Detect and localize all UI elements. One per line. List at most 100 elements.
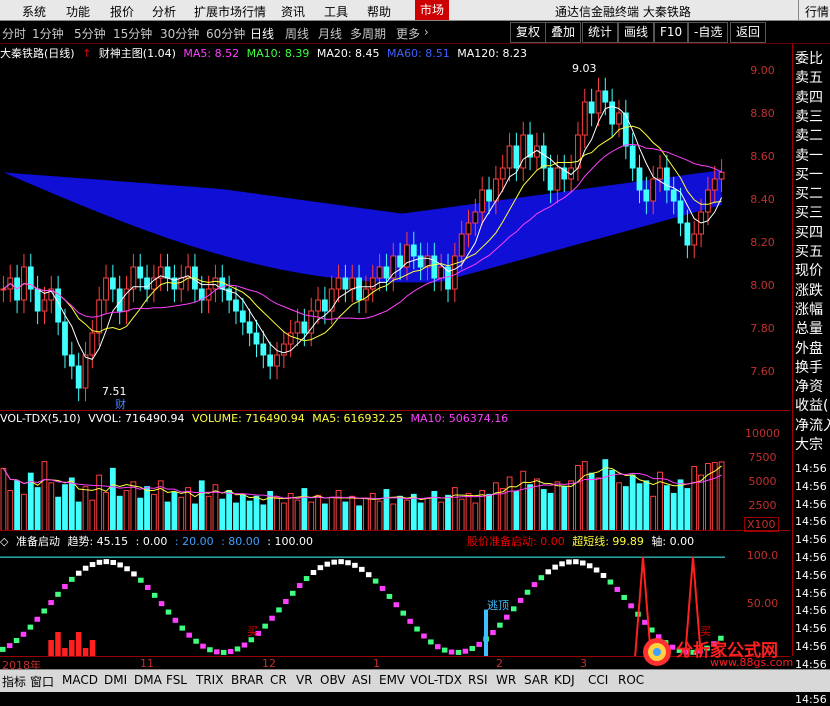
draw-line-button[interactable]: 画线 <box>618 22 655 43</box>
vol-axis-tick: 5000 <box>748 475 777 488</box>
candle <box>547 167 554 191</box>
volume-bar <box>130 481 137 531</box>
period-monthly[interactable]: 月线 <box>318 25 342 42</box>
main-candlestick-chart[interactable]: 大秦铁路(日线) ↑ 财神主图(1.04) MA5: 8.52 MA10: 8.… <box>0 44 790 411</box>
trend-block <box>27 624 34 630</box>
period-5min[interactable]: 5分钟 <box>74 25 106 42</box>
candle <box>499 167 506 180</box>
trend-block <box>642 619 648 625</box>
volume-bar <box>205 495 212 531</box>
menu-item-function[interactable]: 功能 <box>66 3 90 20</box>
tick-time: 14:56 <box>795 586 827 600</box>
tab-cci[interactable]: CCI <box>588 673 608 687</box>
trend-block <box>20 631 27 637</box>
menu-item-tools[interactable]: 工具 <box>324 3 348 20</box>
tab-roc[interactable]: ROC <box>618 673 644 687</box>
trend-block <box>538 575 545 581</box>
price-axis-tick: 8.00 <box>750 279 775 292</box>
menu-item-help[interactable]: 帮助 <box>367 3 391 20</box>
period-60min[interactable]: 60分钟 <box>206 25 245 42</box>
side-panel-label: 卖三 <box>795 108 823 125</box>
trend-block <box>552 564 558 570</box>
trend-block <box>566 559 572 565</box>
volume-bar <box>663 485 670 531</box>
watermark-url: www.88gs.com <box>710 656 794 669</box>
tab-asi[interactable]: ASI <box>352 673 371 687</box>
tab-cr[interactable]: CR <box>270 673 287 687</box>
candle <box>711 178 718 191</box>
chevron-right-icon[interactable]: › <box>424 25 429 39</box>
tick-time: 14:56 <box>795 479 827 493</box>
side-panel-label: 卖一 <box>795 147 823 164</box>
market-button[interactable]: 市场 <box>415 0 449 20</box>
volume-bar <box>287 492 294 531</box>
trend-block <box>469 646 476 652</box>
side-panel-label: 买二 <box>795 186 823 203</box>
volume-bar <box>520 470 527 531</box>
quote-button[interactable]: 行情 <box>805 3 829 20</box>
candle <box>650 178 657 202</box>
tab-窗口[interactable]: 窗口 <box>30 673 54 690</box>
tab-kdj[interactable]: KDJ <box>554 673 575 687</box>
volume-bar <box>34 487 41 531</box>
tab-macd[interactable]: MACD <box>62 673 98 687</box>
tab-dmi[interactable]: DMI <box>104 673 127 687</box>
trend-block <box>62 583 68 589</box>
menu-item-analysis[interactable]: 分析 <box>152 3 176 20</box>
trend-block <box>372 578 379 584</box>
restore-right-button[interactable]: 复权 <box>510 22 547 43</box>
menu-item-system[interactable]: 系统 <box>22 3 46 20</box>
volume-bar <box>253 495 260 531</box>
statistics-button[interactable]: 统计 <box>582 22 619 43</box>
back-button[interactable]: 返回 <box>730 22 767 43</box>
candle <box>34 288 41 312</box>
tab-trix[interactable]: TRIX <box>196 673 223 687</box>
candle <box>144 277 150 290</box>
tab-指标[interactable]: 指标 <box>2 673 26 690</box>
vol-indicator-name[interactable]: VOL-TDX(5,10) <box>0 412 81 425</box>
tab-fsl[interactable]: FSL <box>166 673 187 687</box>
f10-button[interactable]: F10 <box>654 22 689 43</box>
period-1min[interactable]: 1分钟 <box>32 25 64 42</box>
side-panel-label: 换手 <box>795 359 823 376</box>
tab-wr[interactable]: WR <box>496 673 516 687</box>
candle <box>718 171 725 180</box>
period-weekly[interactable]: 周线 <box>285 25 309 42</box>
overlay-button[interactable]: 叠加 <box>545 22 582 43</box>
candle <box>616 112 622 125</box>
period-30min[interactable]: 30分钟 <box>160 25 199 42</box>
period-daily[interactable]: 日线 <box>250 25 274 42</box>
tab-emv[interactable]: EMV <box>379 673 405 687</box>
watchlist-remove-button[interactable]: -自选 <box>688 22 729 43</box>
trend-block <box>310 570 317 576</box>
menu-item-quote[interactable]: 报价 <box>110 3 134 20</box>
period-more[interactable]: 更多 <box>396 25 420 42</box>
volume-bar <box>226 490 233 531</box>
tab-sar[interactable]: SAR <box>524 673 548 687</box>
volume-bar <box>14 480 20 531</box>
menu-item-ext-market[interactable]: 扩展市场行情 <box>194 3 266 20</box>
volume-chart[interactable]: VOL-TDX(5,10) VVOL: 716490.94 VOLUME: 71… <box>0 410 790 532</box>
volume-bar <box>123 490 130 531</box>
volume-bar <box>486 493 492 531</box>
period-intraday[interactable]: 分时 <box>2 25 26 42</box>
tab-rsi[interactable]: RSI <box>468 673 488 687</box>
trend-block <box>151 592 158 598</box>
volume-bar <box>417 502 424 531</box>
candle <box>130 266 137 290</box>
tab-brar[interactable]: BRAR <box>231 673 264 687</box>
candle <box>246 321 253 334</box>
trend-block <box>200 643 206 649</box>
period-15min[interactable]: 15分钟 <box>113 25 152 42</box>
candle <box>540 145 547 169</box>
volume-bar <box>246 500 253 531</box>
volume-bar <box>103 491 109 531</box>
menu-item-news[interactable]: 资讯 <box>281 3 305 20</box>
tab-dma[interactable]: DMA <box>134 673 162 687</box>
tick-time: 14:56 <box>795 693 827 706</box>
tab-vol-tdx[interactable]: VOL-TDX <box>410 673 462 687</box>
period-multi[interactable]: 多周期 <box>350 25 386 42</box>
candle <box>321 299 328 312</box>
tab-obv[interactable]: OBV <box>320 673 346 687</box>
tab-vr[interactable]: VR <box>296 673 313 687</box>
